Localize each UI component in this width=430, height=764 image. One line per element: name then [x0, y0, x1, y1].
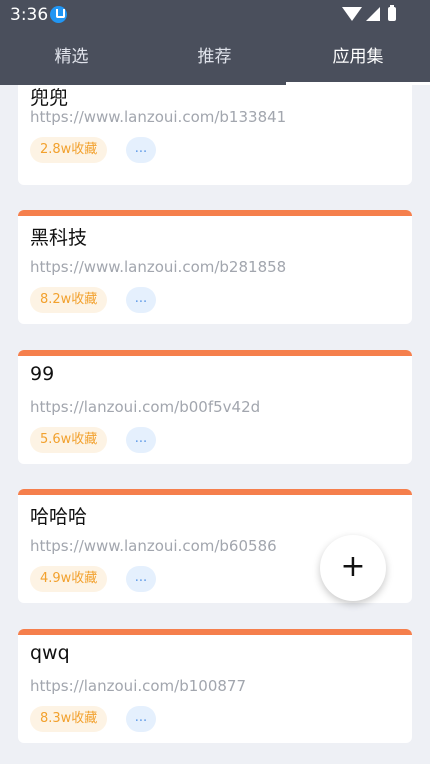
card-url: https://www.lanzoui.com/b133841: [30, 108, 287, 126]
card-accent-bar: [18, 629, 412, 635]
more-button[interactable]: ...: [126, 427, 156, 453]
wifi-icon: [342, 7, 362, 21]
more-button[interactable]: ...: [126, 566, 156, 592]
collection-list[interactable]: 兜兜 https://www.lanzoui.com/b133841 2.8w收…: [0, 85, 430, 764]
status-time: 3:36: [10, 5, 49, 25]
tab-bar: 精选 推荐 应用集: [0, 30, 430, 85]
card-url: https://lanzoui.com/b100877: [30, 677, 246, 695]
status-bar: 3:36: [0, 0, 430, 30]
battery-icon: [388, 5, 396, 21]
favorites-badge: 8.3w收藏: [30, 706, 108, 732]
card-title: 99: [30, 363, 55, 385]
favorites-badge: 5.6w收藏: [30, 427, 108, 453]
tab-app-collections[interactable]: 应用集: [286, 30, 430, 85]
tab-featured[interactable]: 精选: [0, 30, 143, 85]
download-notification-icon: [50, 6, 67, 23]
favorites-badge: 8.2w收藏: [30, 287, 108, 313]
card-title: qwq: [30, 642, 70, 664]
card-title: 黑科技: [30, 227, 88, 249]
card-accent-bar: [18, 350, 412, 356]
card-accent-bar: [18, 489, 412, 495]
collection-card[interactable]: qwq https://lanzoui.com/b100877 8.3w收藏 .…: [18, 629, 412, 743]
card-url: https://www.lanzoui.com/b60586: [30, 537, 277, 555]
card-title: 哈哈哈: [30, 506, 88, 528]
cell-signal-icon: [366, 7, 380, 21]
system-icons: [342, 5, 408, 23]
collection-card[interactable]: 兜兜 https://www.lanzoui.com/b133841 2.8w收…: [18, 85, 412, 185]
collection-card[interactable]: 99 https://lanzoui.com/b00f5v42d 5.6w收藏 …: [18, 350, 412, 464]
card-accent-bar: [18, 210, 412, 216]
favorites-badge: 4.9w收藏: [30, 566, 108, 592]
more-button[interactable]: ...: [126, 706, 156, 732]
more-button[interactable]: ...: [126, 287, 156, 313]
add-collection-button[interactable]: +: [320, 535, 386, 601]
collection-card[interactable]: 黑科技 https://www.lanzoui.com/b281858 8.2w…: [18, 210, 412, 324]
card-url: https://lanzoui.com/b00f5v42d: [30, 398, 261, 416]
tab-recommended[interactable]: 推荐: [143, 30, 286, 85]
more-button[interactable]: ...: [126, 137, 156, 163]
plus-icon: +: [340, 549, 366, 584]
card-url: https://www.lanzoui.com/b281858: [30, 258, 287, 276]
favorites-badge: 2.8w收藏: [30, 137, 108, 163]
card-title: 兜兜: [30, 87, 69, 109]
